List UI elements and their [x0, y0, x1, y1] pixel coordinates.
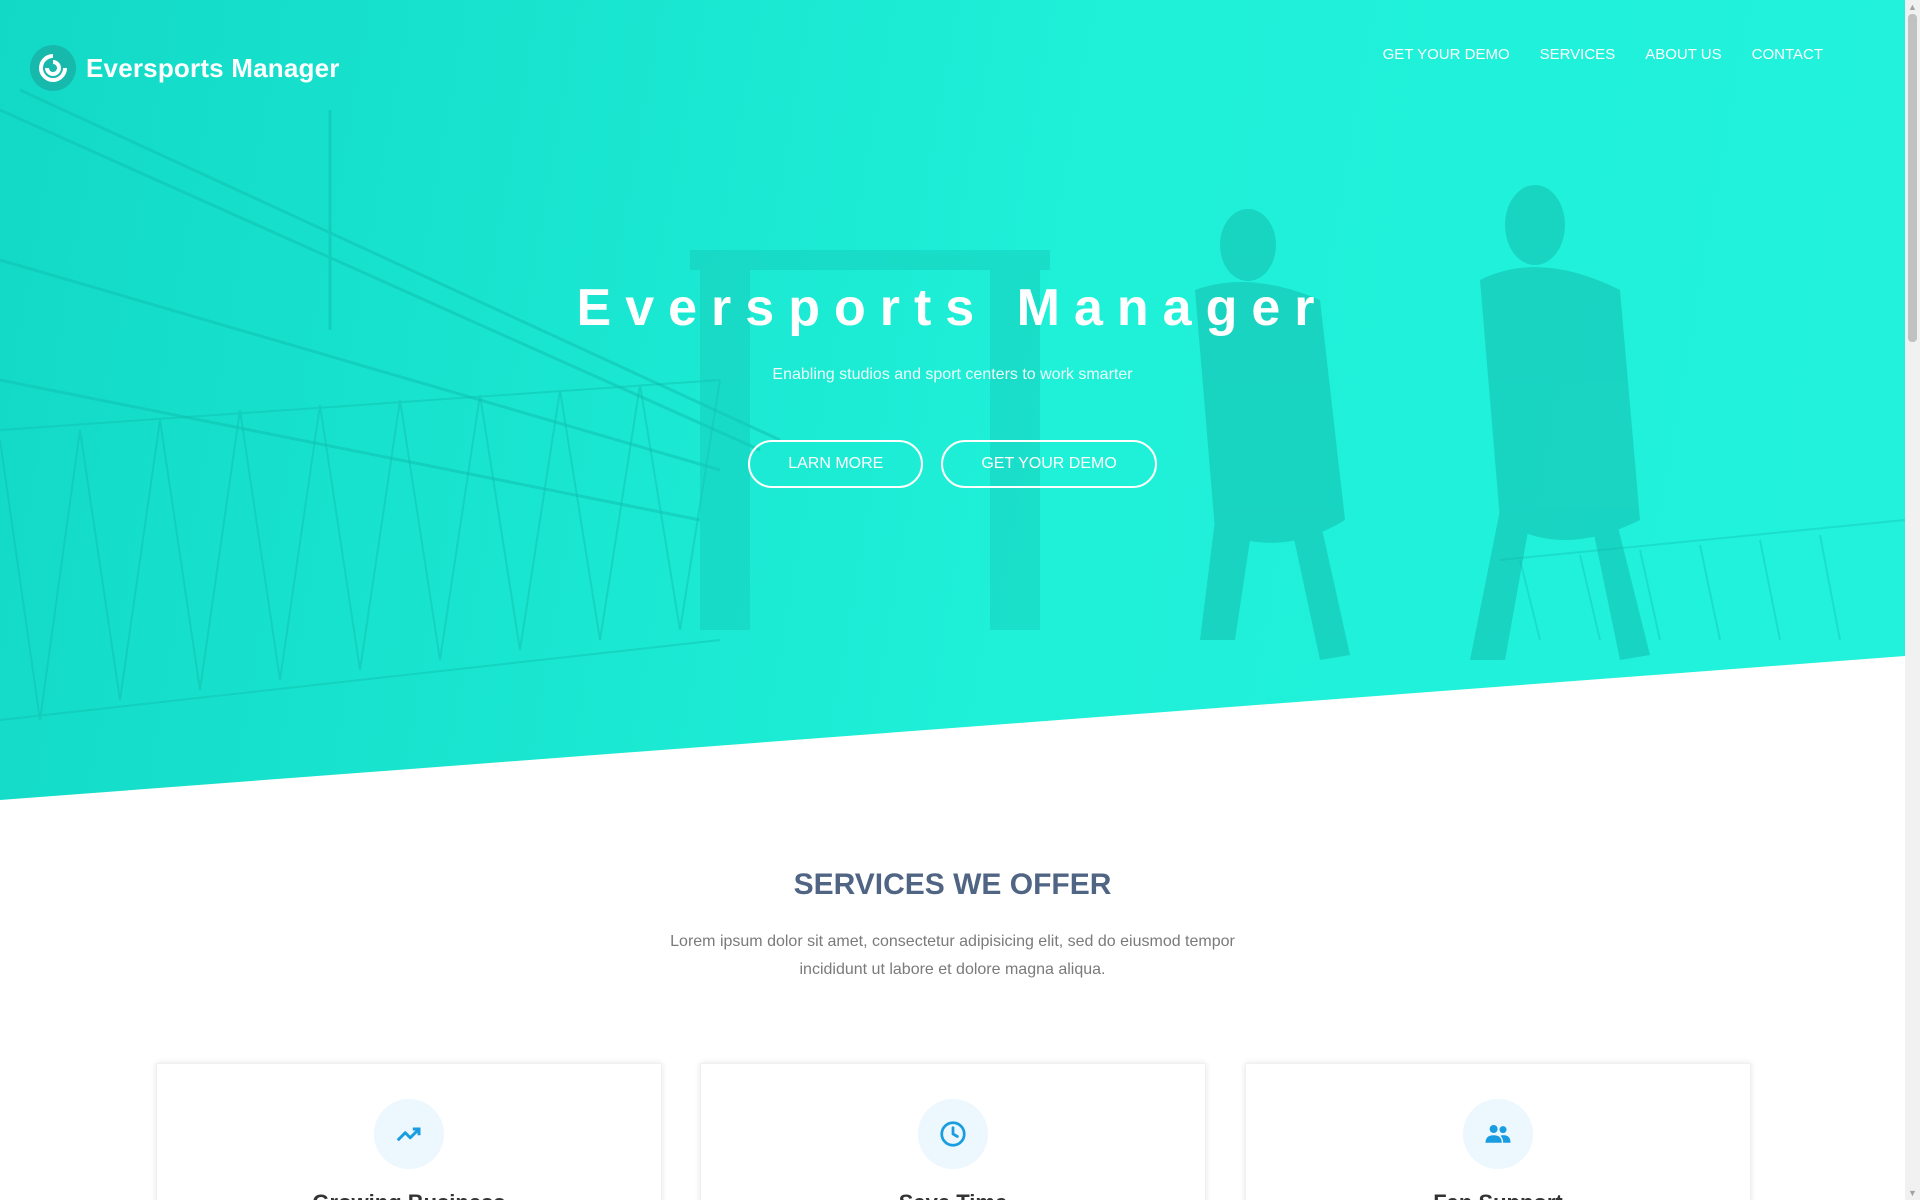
trending-up-icon	[374, 1099, 444, 1169]
swirl-logo-icon	[30, 45, 76, 91]
services-description: Lorem ipsum dolor sit amet, consectetur …	[670, 933, 1235, 978]
top-navigation: GET YOUR DEMO SERVICES ABOUT US CONTACT	[1353, 46, 1823, 63]
scrollbar-thumb[interactable]	[1908, 14, 1917, 342]
hero-subtitle: Enabling studios and sport centers to wo…	[772, 366, 1133, 383]
hero-section: Eversports Manager GET YOUR DEMO SERVICE…	[0, 0, 1905, 800]
hero-button-group: LARN MORE GET YOUR DEMO	[0, 440, 1905, 488]
card-title: Fan Support	[1246, 1190, 1750, 1200]
clock-icon	[918, 1099, 988, 1169]
services-title: SERVICES WE OFFER	[793, 868, 1112, 901]
nav-item-get-your-demo[interactable]: GET YOUR DEMO	[1383, 46, 1510, 63]
brand-name: Eversports Manager	[86, 52, 340, 83]
nav-item-services[interactable]: SERVICES	[1540, 46, 1616, 63]
vertical-scrollbar[interactable]: ▲ ▼	[1905, 0, 1920, 1200]
scroll-up-icon[interactable]: ▲	[1905, 0, 1920, 14]
service-card-save-time[interactable]: Save Time	[700, 1063, 1206, 1200]
brand[interactable]: Eversports Manager	[30, 45, 340, 91]
scroll-down-icon[interactable]: ▼	[1905, 1186, 1920, 1200]
hero-diagonal-divider	[0, 656, 1905, 800]
hero-title: Eversports Manager	[576, 279, 1329, 337]
service-card-fan-support[interactable]: Fan Support	[1245, 1063, 1751, 1200]
nav-item-contact[interactable]: CONTACT	[1752, 46, 1823, 63]
card-title: Growing Business	[157, 1190, 661, 1200]
nav-item-about-us[interactable]: ABOUT US	[1645, 46, 1721, 63]
service-card-growing-business[interactable]: Growing Business	[156, 1063, 662, 1200]
card-title: Save Time	[701, 1190, 1205, 1200]
people-icon	[1463, 1099, 1533, 1169]
learn-more-button[interactable]: LARN MORE	[748, 440, 924, 488]
get-your-demo-button[interactable]: GET YOUR DEMO	[941, 440, 1157, 488]
